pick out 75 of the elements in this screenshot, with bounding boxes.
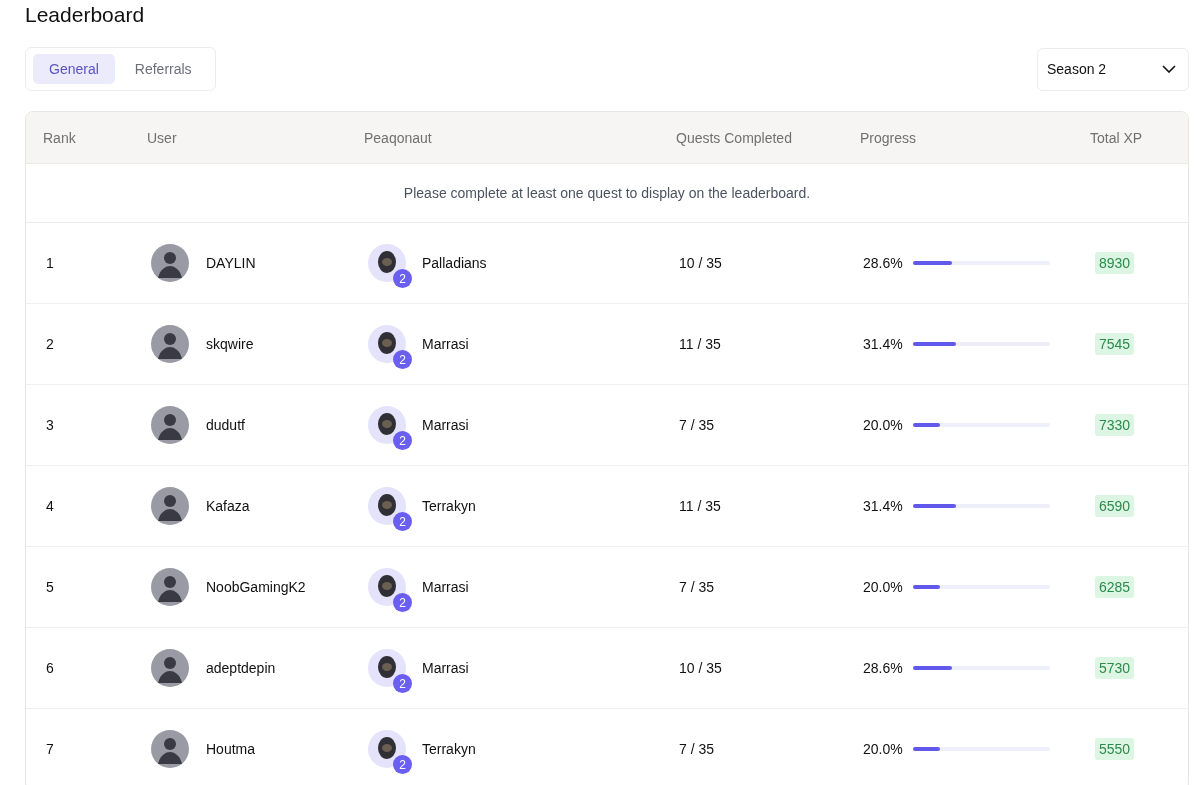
tab[interactable]: General xyxy=(33,54,115,84)
rank-cell-text: 6 xyxy=(45,660,55,676)
username: NoobGamingK2 xyxy=(206,579,306,595)
quests-cell-text: 11 / 35 xyxy=(678,498,722,514)
rank-cell-text: 3 xyxy=(45,417,55,433)
rank-cell-text: 5 xyxy=(45,579,55,595)
xp-badge: 6285 xyxy=(1095,576,1135,598)
peaqonaut-name: Terrakyn xyxy=(422,741,476,757)
level-badge: 2 xyxy=(393,593,412,612)
quests-cell-text: 7 / 35 xyxy=(678,417,716,433)
xp-badge: 6590 xyxy=(1095,495,1135,517)
column-header: Progress xyxy=(860,129,918,146)
peaqonaut-avatar xyxy=(368,568,406,606)
level-badge: 2 xyxy=(393,350,412,369)
chevron-down-icon xyxy=(1162,65,1176,73)
user-avatar xyxy=(151,244,189,282)
xp-badge: 7545 xyxy=(1095,333,1135,355)
peaqonaut-name: Palladians xyxy=(422,255,487,271)
page-title: Leaderboard xyxy=(25,2,146,27)
tab[interactable]: Referrals xyxy=(118,54,208,84)
peaqonaut-name: Terrakyn xyxy=(422,498,476,514)
rank-cell-text: 4 xyxy=(45,498,55,514)
progress-percent: 28.6% xyxy=(863,255,903,271)
xp-badge: 5550 xyxy=(1095,738,1135,760)
user-avatar xyxy=(151,730,189,768)
peaqonaut-avatar xyxy=(368,487,406,525)
quests-cell-text: 7 / 35 xyxy=(678,579,716,595)
peaqonaut-avatar xyxy=(368,730,406,768)
column-header: Rank xyxy=(43,129,77,146)
xp-badge: 5730 xyxy=(1095,657,1135,679)
peaqonaut-avatar xyxy=(368,244,406,282)
username: Houtma xyxy=(206,741,256,757)
username: Kafaza xyxy=(206,498,250,514)
user-avatar xyxy=(151,325,189,363)
xp-badge: 8930 xyxy=(1095,252,1135,274)
username: DAYLIN xyxy=(206,255,256,271)
username: skqwire xyxy=(206,336,254,352)
level-badge: 2 xyxy=(393,512,412,531)
rank-cell-text: 1 xyxy=(45,255,55,271)
column-header: Total XP xyxy=(1090,129,1144,146)
peaqonaut-name: Marrasi xyxy=(422,579,469,595)
column-header: Peaqonaut xyxy=(364,129,433,146)
user-avatar xyxy=(151,649,189,687)
user-avatar xyxy=(151,487,189,525)
user-avatar xyxy=(151,568,189,606)
username: dudutf xyxy=(206,417,245,433)
level-badge: 2 xyxy=(393,431,412,450)
peaqonaut-name: Marrasi xyxy=(422,336,469,352)
notice-message: Please complete at least one quest to display on the leaderboard. xyxy=(26,164,1188,223)
progress-percent: 31.4% xyxy=(863,336,903,352)
rank-cell-text: 2 xyxy=(45,336,55,352)
quests-cell-text: 7 / 35 xyxy=(678,741,716,757)
progress-percent: 20.0% xyxy=(863,741,903,757)
peaqonaut-avatar xyxy=(368,649,406,687)
xp-badge: 7330 xyxy=(1095,414,1135,436)
column-header: Quests Completed xyxy=(676,129,793,146)
progress-percent: 20.0% xyxy=(863,417,903,433)
season-dropdown[interactable]: Season 2 xyxy=(1037,47,1189,91)
progress-percent: 31.4% xyxy=(863,498,903,514)
level-badge: 2 xyxy=(393,755,412,774)
peaqonaut-avatar xyxy=(368,406,406,444)
user-avatar xyxy=(151,406,189,444)
quests-cell-text: 10 / 35 xyxy=(678,255,723,271)
column-header: User xyxy=(147,129,178,146)
quests-cell-text: 10 / 35 xyxy=(678,660,723,676)
username: adeptdepin xyxy=(206,660,276,676)
quests-cell-text: 11 / 35 xyxy=(678,336,722,352)
level-badge: 2 xyxy=(393,269,412,288)
progress-percent: 20.0% xyxy=(863,579,903,595)
level-badge: 2 xyxy=(393,674,412,693)
progress-percent: 28.6% xyxy=(863,660,903,676)
rank-cell-text: 7 xyxy=(45,741,55,757)
peaqonaut-name: Marrasi xyxy=(422,417,469,433)
peaqonaut-avatar xyxy=(368,325,406,363)
peaqonaut-name: Marrasi xyxy=(422,660,469,676)
